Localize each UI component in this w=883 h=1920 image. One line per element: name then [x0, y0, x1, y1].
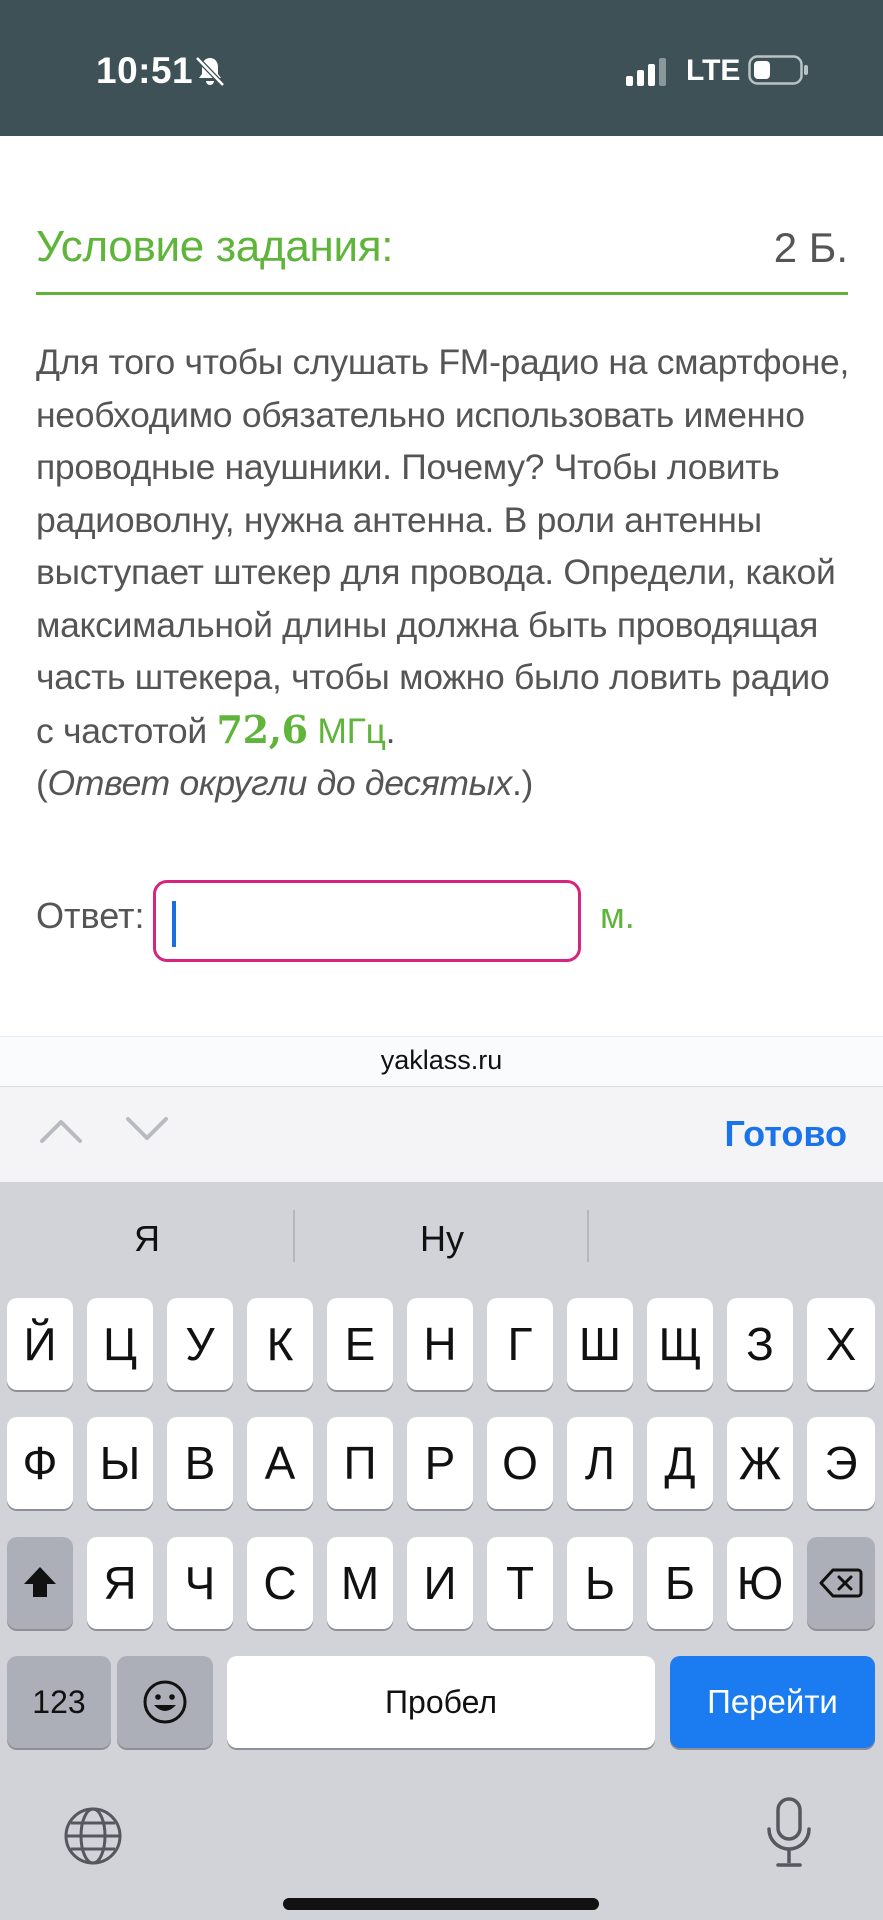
suggestion-bar: Я Ну: [0, 1182, 883, 1292]
status-time: 10:51: [96, 50, 194, 91]
backspace-icon: [819, 1568, 863, 1598]
task-line: часть штекера, чтобы можно было ловить р…: [36, 657, 830, 697]
battery-icon: [748, 55, 808, 85]
key-letter[interactable]: М: [327, 1537, 393, 1629]
key-letter[interactable]: К: [247, 1298, 313, 1390]
key-letter[interactable]: Т: [487, 1537, 553, 1629]
task-line: максимальной длины должна быть проводяща…: [36, 604, 819, 645]
status-bar: 10:51 LTE: [0, 0, 883, 136]
done-button[interactable]: Готово: [724, 1113, 847, 1155]
address-text[interactable]: yaklass.ru: [0, 1045, 883, 1076]
freq-prefix: с частотой: [36, 710, 207, 751]
key-letter[interactable]: П: [327, 1417, 393, 1509]
key-letter[interactable]: Э: [807, 1417, 875, 1509]
browser-address-bar[interactable]: yaklass.ru: [0, 1036, 883, 1086]
text-caret: [172, 901, 176, 947]
emoji-key[interactable]: [117, 1656, 213, 1748]
key-letter[interactable]: И: [407, 1537, 473, 1629]
task-line-frequency: с частотой 72,6 МГц.: [36, 704, 856, 758]
key-letter[interactable]: Е: [327, 1298, 393, 1390]
frequency-value: 72,6: [216, 706, 308, 752]
suggestion-divider: [587, 1210, 589, 1262]
task-header: Условие задания: 2 Б.: [36, 218, 848, 295]
network-type: LTE: [686, 54, 741, 87]
task-title: Условие задания:: [36, 222, 394, 271]
home-indicator[interactable]: [283, 1898, 599, 1910]
key-letter[interactable]: Й: [7, 1298, 73, 1390]
task-line: выступает штекер для провода. Определи, …: [36, 552, 836, 592]
key-letter[interactable]: Ш: [567, 1298, 633, 1390]
key-letter[interactable]: Ы: [87, 1417, 153, 1509]
globe-icon[interactable]: [62, 1805, 124, 1867]
key-letter[interactable]: У: [167, 1298, 233, 1390]
rounding-note: (Ответ округли до десятых.): [36, 763, 534, 803]
task-statement: Для того чтобы слушать FM-радио на смарт…: [36, 336, 856, 810]
frequency-unit: МГц: [317, 710, 386, 751]
key-letter[interactable]: Ю: [727, 1537, 793, 1629]
numbers-key[interactable]: 123: [7, 1656, 111, 1748]
microphone-icon[interactable]: [762, 1795, 816, 1873]
backspace-key[interactable]: [807, 1537, 875, 1629]
task-line: проводные наушники. Почему? Чтобы ловить: [36, 447, 780, 487]
key-letter[interactable]: Г: [487, 1298, 553, 1390]
key-letter[interactable]: Н: [407, 1298, 473, 1390]
key-letter[interactable]: Д: [647, 1417, 713, 1509]
key-letter[interactable]: Ч: [167, 1537, 233, 1629]
bell-slash-icon: [195, 56, 225, 87]
emoji-icon: [143, 1680, 187, 1724]
task-points: 2 Б.: [773, 224, 848, 271]
space-key[interactable]: Пробел: [227, 1656, 655, 1748]
key-letter[interactable]: Х: [807, 1298, 875, 1390]
answer-input[interactable]: [153, 880, 581, 962]
key-letter[interactable]: З: [727, 1298, 793, 1390]
suggestion-item[interactable]: Я: [0, 1218, 294, 1260]
go-key[interactable]: Перейти: [670, 1656, 875, 1748]
key-letter[interactable]: Щ: [647, 1298, 713, 1390]
key-letter[interactable]: С: [247, 1537, 313, 1629]
answer-label: Ответ:: [36, 895, 145, 936]
signal-icon: [626, 58, 666, 86]
key-letter[interactable]: Я: [87, 1537, 153, 1629]
shift-key[interactable]: [7, 1537, 73, 1629]
key-letter[interactable]: Ц: [87, 1298, 153, 1390]
task-line: необходимо обязательно использовать имен…: [36, 394, 805, 435]
key-letter[interactable]: Ь: [567, 1537, 633, 1629]
shift-icon: [24, 1567, 56, 1597]
suggestion-item[interactable]: Ну: [295, 1218, 589, 1260]
key-letter[interactable]: Б: [647, 1537, 713, 1629]
key-letter[interactable]: О: [487, 1417, 553, 1509]
key-letter[interactable]: Ж: [727, 1417, 793, 1509]
key-letter[interactable]: Р: [407, 1417, 473, 1509]
chevron-down-icon[interactable]: [124, 1113, 170, 1147]
answer-unit: м.: [600, 895, 635, 936]
rounding-note-text: Ответ округли до десятых: [47, 763, 513, 803]
keyboard-accessory-bar: Готово: [0, 1086, 883, 1182]
key-letter[interactable]: Л: [567, 1417, 633, 1509]
key-letter[interactable]: Ф: [7, 1417, 73, 1509]
key-letter[interactable]: А: [247, 1417, 313, 1509]
task-line: радиоволну, нужна антенна. В роли антенн…: [36, 499, 762, 540]
scrolled-header-remnant: [0, 136, 883, 144]
task-line: Для того чтобы слушать FM-радио на смарт…: [36, 342, 850, 382]
chevron-up-icon[interactable]: [38, 1113, 84, 1147]
freq-suffix: .: [385, 710, 396, 751]
key-letter[interactable]: В: [167, 1417, 233, 1509]
